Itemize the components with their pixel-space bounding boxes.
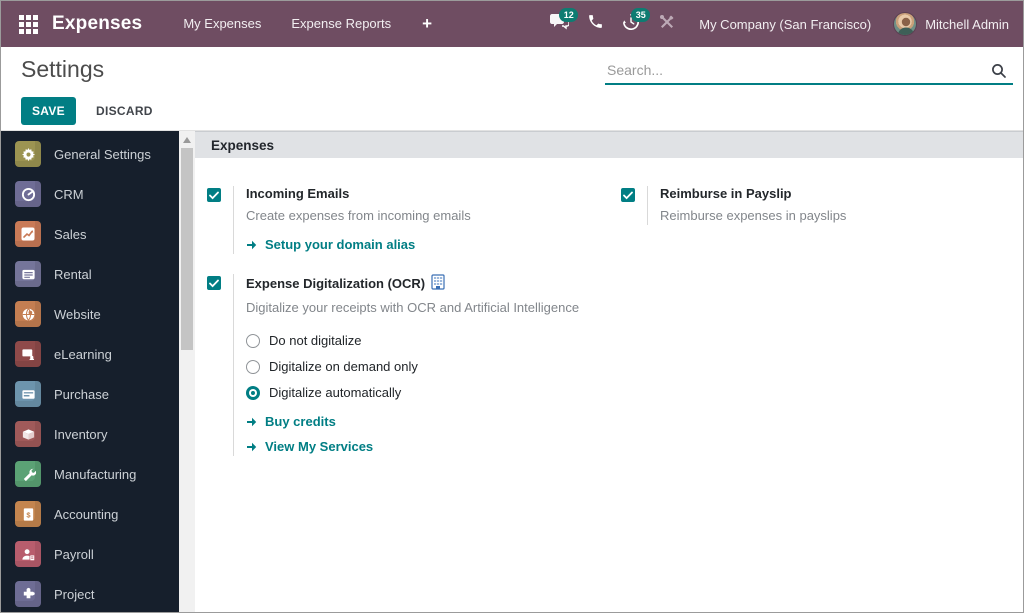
radio-do-not-digitalize[interactable]: Do not digitalize [246,333,609,348]
rental-icon [15,261,41,287]
search-input[interactable] [605,57,1013,85]
sidebar-item-crm[interactable]: CRM [1,174,179,214]
sidebar-item-website[interactable]: Website [1,294,179,334]
sidebar-item-rental[interactable]: Rental [1,254,179,294]
incoming-emails-checkbox[interactable] [207,188,221,202]
crm-icon [15,181,41,207]
globe-icon [15,301,41,327]
presentation-icon [15,341,41,367]
activities-badge: 35 [631,8,650,22]
sidebar-item-elearning[interactable]: eLearning [1,334,179,374]
button-row: SAVE DISCARD [1,91,1023,131]
scrollbar-thumb[interactable] [181,148,193,350]
radio-icon[interactable] [246,360,260,374]
apps-menu-icon[interactable] [19,15,38,34]
setting-title: Expense Digitalization (OCR) [246,274,609,293]
sidebar-item-payroll[interactable]: Payroll [1,534,179,574]
radio-icon[interactable] [246,386,260,400]
setting-title: Incoming Emails [246,186,609,201]
arrow-right-icon [246,239,258,251]
sidebar-item-accounting[interactable]: $ Accounting [1,494,179,534]
setup-domain-alias-link[interactable]: Setup your domain alias [246,237,609,252]
top-navbar: Expenses My Expenses Expense Reports + 1… [1,1,1023,47]
radio-digitalize-automatically[interactable]: Digitalize automatically [246,385,609,400]
phone-icon [587,13,604,35]
sidebar-item-general-settings[interactable]: General Settings [1,134,179,174]
discard-button[interactable]: DISCARD [86,97,163,125]
phone-button[interactable] [577,1,613,47]
save-button[interactable]: SAVE [21,97,76,125]
control-panel: Settings [1,47,1023,91]
tools-button[interactable] [649,1,685,47]
sales-chart-icon [15,221,41,247]
view-my-services-link[interactable]: View My Services [246,439,609,454]
radio-icon[interactable] [246,334,260,348]
employee-badge-icon [15,541,41,567]
sidebar-item-label: Purchase [54,387,109,402]
sidebar-item-label: Sales [54,227,87,242]
setting-description: Reimburse expenses in payslips [660,208,1023,223]
box-icon [15,421,41,447]
sidebar-item-label: Payroll [54,547,94,562]
section-header: Expenses [195,131,1023,158]
sidebar-item-label: Manufacturing [54,467,136,482]
user-avatar[interactable] [893,12,917,36]
enterprise-upgrade-icon [431,274,445,293]
setting-reimburse-payslip: Reimburse in Payslip Reimburse expenses … [609,186,1023,225]
sidebar-item-label: CRM [54,187,84,202]
settings-sidebar: General Settings CRM Sales Rental [1,131,179,612]
settings-content: Expenses Incoming Emails Create expenses… [195,131,1023,612]
nav-my-expenses[interactable]: My Expenses [168,1,276,47]
app-title[interactable]: Expenses [52,13,142,35]
setting-description: Digitalize your receipts with OCR and Ar… [246,300,609,315]
setting-expense-digitalization: Expense Digitalization (OCR) Digitalize … [195,274,609,456]
search-bar [605,57,1013,85]
wrench-icon [15,461,41,487]
expense-digitalization-checkbox[interactable] [207,276,221,290]
setting-description: Create expenses from incoming emails [246,208,609,223]
sidebar-item-purchase[interactable]: Purchase [1,374,179,414]
sidebar-item-label: Inventory [54,427,107,442]
app-window: Expenses My Expenses Expense Reports + 1… [0,0,1024,613]
sidebar-item-label: Website [54,307,101,322]
buy-credits-link[interactable]: Buy credits [246,414,609,429]
sidebar-item-label: Project [54,587,94,602]
messages-badge: 12 [559,8,578,22]
sidebar-item-label: eLearning [54,347,112,362]
sidebar-item-label: Rental [54,267,92,282]
sidebar-item-sales[interactable]: Sales [1,214,179,254]
arrow-right-icon [246,416,258,428]
puzzle-icon [15,581,41,607]
sidebar-item-project[interactable]: Project [1,574,179,612]
scroll-up-icon[interactable] [183,137,191,143]
digitalization-radio-group: Do not digitalize Digitalize on demand o… [246,333,609,400]
invoice-icon: $ [15,501,41,527]
page-title: Settings [21,56,104,83]
activities-button[interactable]: 35 [613,1,649,47]
tools-icon [659,14,675,35]
sidebar-item-label: Accounting [54,507,118,522]
nav-plus-button[interactable]: + [406,14,448,34]
radio-digitalize-on-demand[interactable]: Digitalize on demand only [246,359,609,374]
arrow-right-icon [246,441,258,453]
search-icon[interactable] [991,63,1007,84]
company-switcher[interactable]: My Company (San Francisco) [699,17,871,32]
sidebar-item-label: General Settings [54,147,151,162]
sidebar-scrollbar[interactable] [179,131,195,612]
nav-expense-reports[interactable]: Expense Reports [276,1,406,47]
messages-button[interactable]: 12 [541,1,577,47]
gear-icon [15,141,41,167]
sidebar-item-manufacturing[interactable]: Manufacturing [1,454,179,494]
credit-card-icon [15,381,41,407]
user-menu[interactable]: Mitchell Admin [925,17,1009,32]
sidebar-item-inventory[interactable]: Inventory [1,414,179,454]
setting-incoming-emails: Incoming Emails Create expenses from inc… [195,186,609,254]
setting-title: Reimburse in Payslip [660,186,1023,201]
reimburse-payslip-checkbox[interactable] [621,188,635,202]
